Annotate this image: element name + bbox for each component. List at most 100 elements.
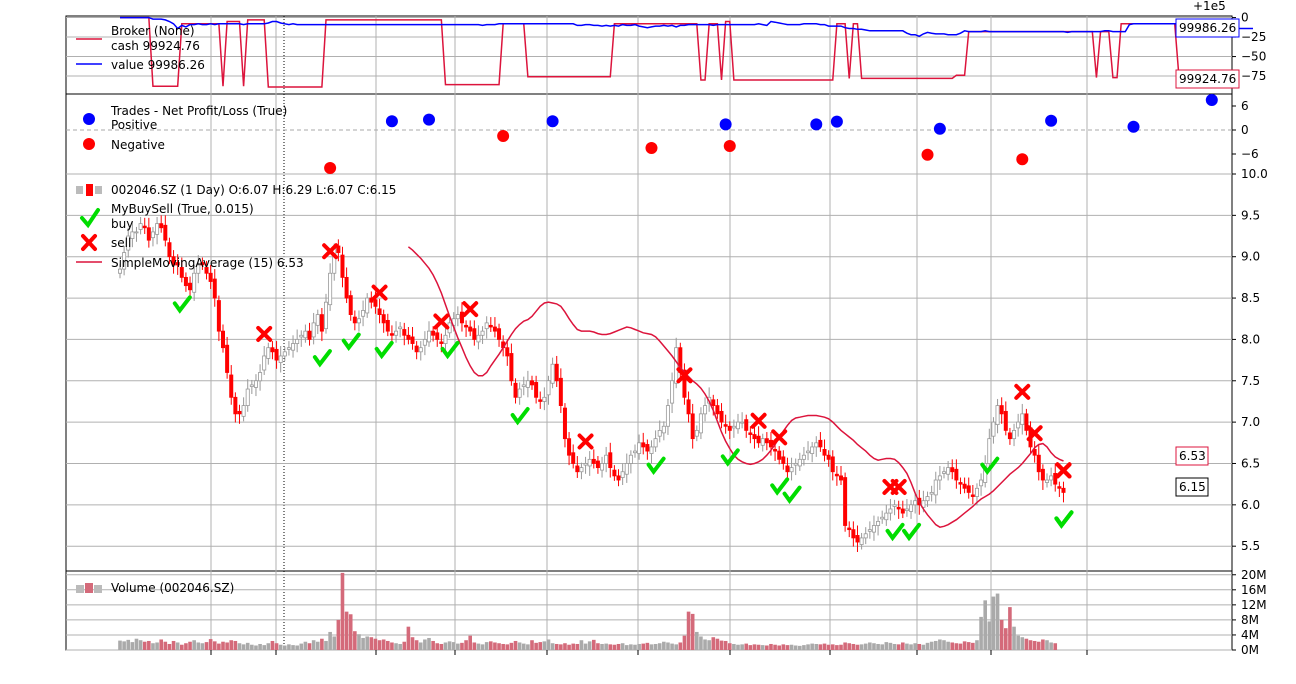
volume-bar — [443, 642, 448, 650]
volume-bar — [839, 644, 843, 650]
volume-bar — [707, 640, 711, 650]
candle-body — [719, 410, 724, 423]
volume-bar — [554, 643, 559, 650]
volume-bar — [315, 641, 320, 650]
candle-legend-icon-gray — [76, 186, 83, 194]
volume-bar — [962, 641, 967, 650]
volume-bar — [381, 639, 386, 650]
candle-body — [756, 435, 761, 444]
volume-bar — [624, 645, 629, 650]
candle-body — [950, 467, 955, 473]
candle-body — [163, 224, 168, 241]
candle-body — [253, 380, 258, 388]
volume-bar — [736, 644, 740, 650]
volume-bar — [151, 643, 155, 650]
volume-bar — [283, 645, 287, 650]
volume-bar — [204, 642, 209, 650]
volume-bar — [814, 643, 819, 650]
buy-marker-check-icon — [646, 456, 666, 476]
candle-body — [641, 442, 646, 448]
volume-bar — [913, 643, 917, 650]
candle-body — [307, 330, 312, 340]
negative-legend-label: Negative — [111, 138, 165, 152]
candle-body — [1012, 429, 1017, 440]
volume-bar — [353, 631, 357, 650]
candle-body — [909, 504, 914, 512]
trades-tick-label: 6 — [1241, 99, 1249, 113]
volume-bar — [521, 643, 526, 650]
candle-body — [443, 334, 448, 344]
volume-legend-icon-gray — [76, 585, 84, 593]
candle-body — [839, 475, 844, 481]
volume-bar — [892, 643, 897, 650]
volume-bar — [468, 635, 472, 650]
volume-bar — [394, 643, 398, 650]
volume-bar — [637, 643, 641, 650]
volume-bar — [682, 635, 687, 650]
volume-bar — [645, 642, 650, 650]
candle-body — [398, 326, 403, 330]
candle-body — [183, 276, 188, 287]
positive-trade-point — [1205, 94, 1218, 106]
broker-tick-label: −75 — [1241, 69, 1266, 83]
candle-body — [155, 223, 160, 235]
candle-body — [785, 465, 790, 473]
volume-bar — [579, 640, 584, 650]
candle-body — [439, 341, 444, 344]
volume-bar — [163, 641, 168, 650]
volume-bar — [138, 640, 143, 650]
volume-bar — [690, 613, 695, 650]
volume-bar — [311, 640, 316, 650]
candle-body — [830, 456, 835, 473]
candle-body — [431, 330, 436, 336]
volume-bar — [835, 645, 839, 650]
positive-trade-point — [830, 115, 843, 128]
candle-body — [216, 300, 221, 332]
candle-body — [942, 471, 947, 474]
candle-body — [690, 413, 695, 440]
volume-bar — [703, 639, 707, 650]
candle-body — [859, 537, 864, 545]
candle-body — [670, 380, 675, 404]
volume-bar — [423, 639, 427, 650]
candle-body — [571, 452, 576, 464]
volume-bar — [995, 593, 1000, 650]
candle-body — [517, 388, 522, 398]
volume-bar — [250, 644, 254, 650]
candle-body — [822, 449, 827, 456]
candle-body — [826, 454, 831, 460]
candle-body — [348, 295, 353, 316]
volume-bar — [447, 641, 452, 650]
volume-bar — [266, 643, 271, 650]
volume-bar — [950, 642, 955, 650]
candle-body — [946, 467, 951, 475]
candle-body — [538, 399, 543, 402]
candle-body — [406, 334, 411, 340]
volume-tick-label: 12M — [1241, 598, 1267, 612]
candle-body — [361, 310, 366, 317]
candle-body — [344, 276, 349, 299]
volume-bar — [657, 643, 662, 650]
volume-bar — [608, 644, 613, 650]
candle-legend-icon-gray2 — [95, 186, 102, 194]
candle-body — [801, 454, 806, 460]
volume-bar — [925, 642, 930, 650]
volume-bar — [727, 643, 732, 650]
trades-tick-label: 0 — [1241, 123, 1249, 137]
buy-marker-check-icon — [1054, 510, 1074, 529]
volume-bar — [604, 643, 608, 650]
volume-bar — [390, 642, 394, 650]
candle-body — [488, 324, 493, 328]
volume-bar — [1012, 626, 1016, 650]
volume-bar — [629, 644, 633, 650]
volume-bar — [884, 642, 889, 650]
volume-bar — [777, 645, 781, 650]
sell-marker-cross-icon — [433, 313, 450, 330]
volume-bar — [546, 639, 551, 650]
volume-bar — [563, 643, 567, 650]
sell-marker-cross-icon — [1055, 462, 1072, 479]
buy-marker-check-icon — [341, 332, 361, 351]
volume-bar — [942, 640, 946, 650]
candle-body — [653, 438, 658, 448]
price-tick-label: 7.0 — [1241, 415, 1260, 429]
